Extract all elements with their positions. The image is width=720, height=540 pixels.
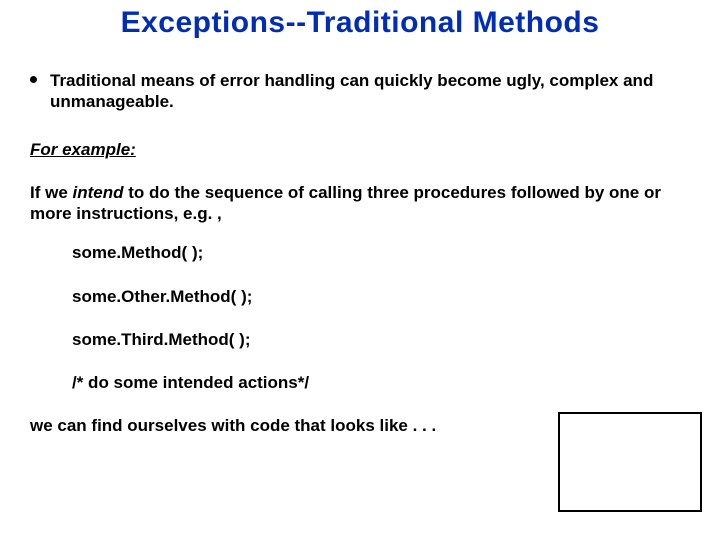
code-line-1: some.Method( ); xyxy=(72,242,690,263)
intend-paragraph: If we intend to do the sequence of calli… xyxy=(30,182,690,225)
intend-prefix: If we xyxy=(30,183,73,202)
for-example-text: For example: xyxy=(30,140,136,159)
empty-box xyxy=(558,412,702,512)
bullet-text: Traditional means of error handling can … xyxy=(50,71,653,111)
intend-suffix: to do the sequence of calling three proc… xyxy=(30,183,661,223)
code-line-3: some.Third.Method( ); xyxy=(72,329,690,350)
code-block: some.Method( ); some.Other.Method( ); so… xyxy=(72,242,690,393)
bullet-dot-icon xyxy=(30,76,37,83)
slide-body: Traditional means of error handling can … xyxy=(30,70,690,437)
slide-title: Exceptions--Traditional Methods xyxy=(0,6,720,40)
intend-italic: intend xyxy=(73,183,124,202)
code-line-4: /* do some intended actions*/ xyxy=(72,372,690,393)
for-example-label: For example: xyxy=(30,139,690,160)
slide: Exceptions--Traditional Methods Traditio… xyxy=(0,0,720,540)
code-line-2: some.Other.Method( ); xyxy=(72,286,690,307)
bullet-item: Traditional means of error handling can … xyxy=(30,70,690,113)
